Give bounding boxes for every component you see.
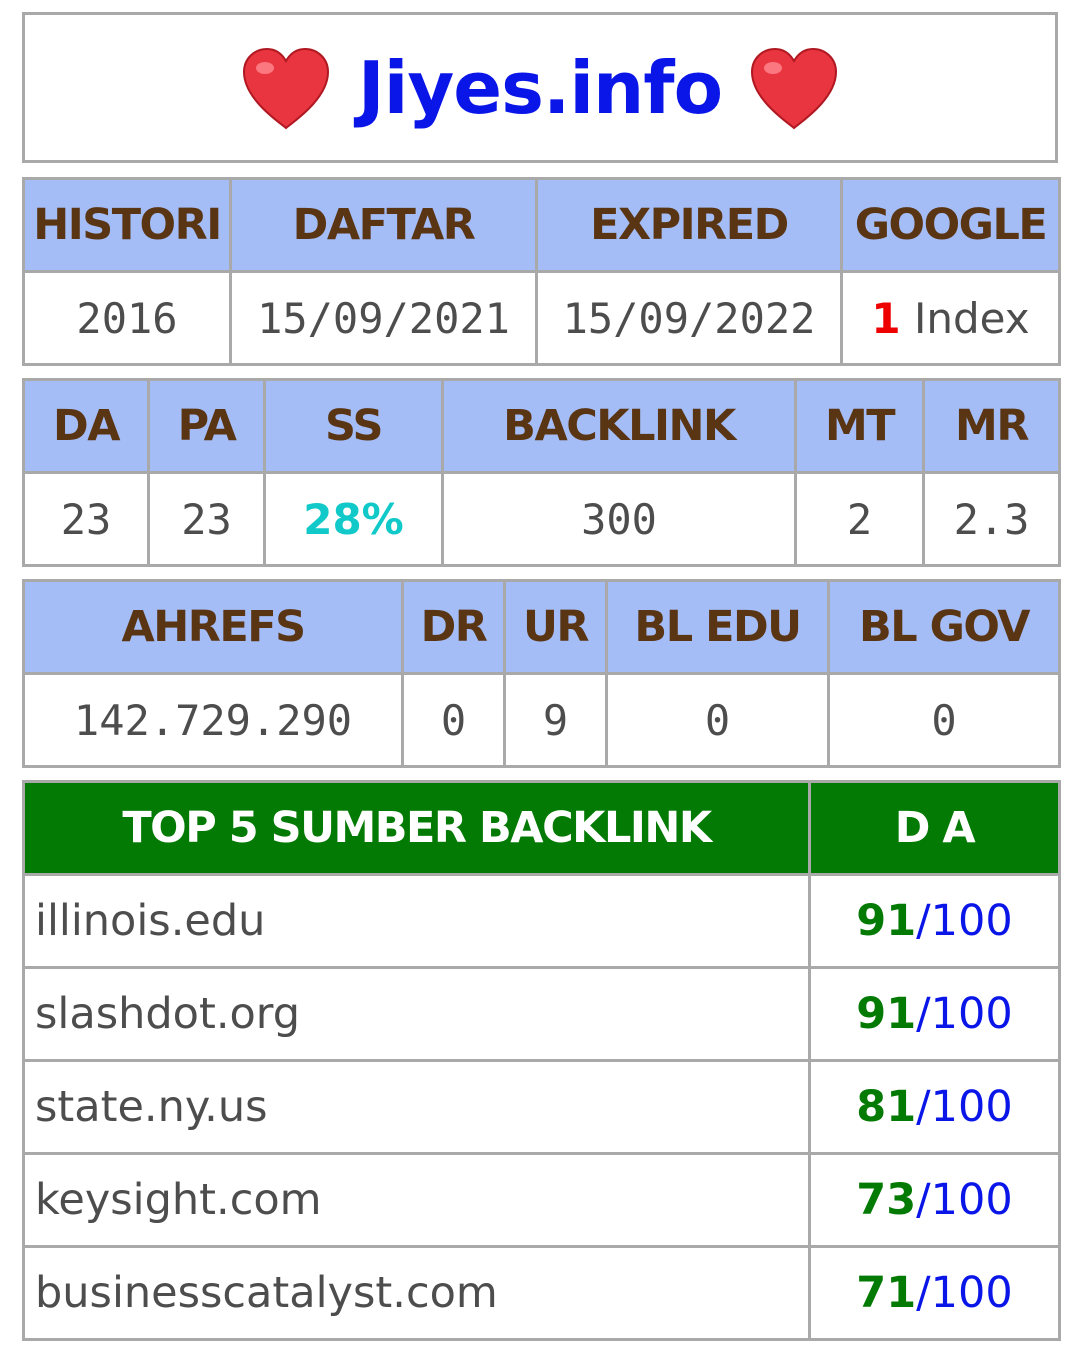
- ahrefs-value-row: 142.729.290 0 9 0 0: [22, 672, 1061, 768]
- ahrefs-table-container: AHREFS DR UR BL EDU BL GOV 142.729.290 0…: [22, 579, 1061, 768]
- value-expired: 15/09/2022: [535, 270, 843, 366]
- history-table: HISTORI DAFTAR EXPIRED GOOGLE 2016 15/09…: [22, 177, 1061, 366]
- top-backlinks-table: TOP 5 SUMBER BACKLINK D A illinois.edu 9…: [22, 780, 1061, 1341]
- backlink-da: 91/100: [808, 873, 1061, 969]
- history-table-container: HISTORI DAFTAR EXPIRED GOOGLE 2016 15/09…: [22, 177, 1061, 366]
- da-max: 100: [930, 1268, 1013, 1318]
- table-row: state.ny.us 81/100: [22, 1059, 1061, 1155]
- da-score: 91: [856, 989, 917, 1039]
- header-ss: SS: [263, 378, 444, 474]
- da-score: 81: [856, 1082, 917, 1132]
- heart-icon: [751, 47, 838, 129]
- da-score: 73: [856, 1175, 917, 1225]
- header-expired: EXPIRED: [535, 177, 843, 273]
- moz-table-container: DA PA SS BACKLINK MT MR 23 23 28% 300 2 …: [22, 378, 1061, 567]
- moz-metrics-table: DA PA SS BACKLINK MT MR 23 23 28% 300 2 …: [22, 378, 1061, 567]
- header-top5-da: D A: [808, 780, 1061, 876]
- header-pa: PA: [147, 378, 266, 474]
- ahrefs-header-row: AHREFS DR UR BL EDU BL GOV: [22, 579, 1061, 675]
- header-da: DA: [22, 378, 150, 474]
- value-mr: 2.3: [922, 471, 1061, 567]
- table-row: slashdot.org 91/100: [22, 966, 1061, 1062]
- google-index-count: 1: [871, 293, 901, 343]
- value-da: 23: [22, 471, 150, 567]
- da-separator: /: [916, 989, 931, 1039]
- ahrefs-table: AHREFS DR UR BL EDU BL GOV 142.729.290 0…: [22, 579, 1061, 768]
- header-bl-edu: BL EDU: [605, 579, 830, 675]
- header-daftar: DAFTAR: [229, 177, 538, 273]
- table-row: illinois.edu 91/100: [22, 873, 1061, 969]
- header-ahrefs: AHREFS: [22, 579, 404, 675]
- da-separator: /: [916, 1268, 931, 1318]
- header-top5-source: TOP 5 SUMBER BACKLINK: [22, 780, 811, 876]
- da-max: 100: [930, 896, 1013, 946]
- top-backlinks-header-row: TOP 5 SUMBER BACKLINK D A: [22, 780, 1061, 876]
- value-bl-edu: 0: [605, 672, 830, 768]
- value-pa: 23: [147, 471, 266, 567]
- table-row: keysight.com 73/100: [22, 1152, 1061, 1248]
- backlink-site: state.ny.us: [22, 1059, 811, 1155]
- da-score: 91: [856, 896, 917, 946]
- google-index-label: Index: [913, 293, 1030, 343]
- header-google: GOOGLE: [840, 177, 1061, 273]
- backlink-da: 71/100: [808, 1245, 1061, 1341]
- header-ur: UR: [503, 579, 608, 675]
- value-bl-gov: 0: [827, 672, 1061, 768]
- da-max: 100: [930, 989, 1013, 1039]
- value-google: 1 Index: [840, 270, 1061, 366]
- value-ahrefs: 142.729.290: [22, 672, 404, 768]
- history-header-row: HISTORI DAFTAR EXPIRED GOOGLE: [22, 177, 1061, 273]
- header-dr: DR: [401, 579, 506, 675]
- value-mt: 2: [794, 471, 925, 567]
- table-row: businesscatalyst.com 71/100: [22, 1245, 1061, 1341]
- header-mr: MR: [922, 378, 1061, 474]
- moz-header-row: DA PA SS BACKLINK MT MR: [22, 378, 1061, 474]
- da-score: 71: [856, 1268, 917, 1318]
- value-daftar: 15/09/2021: [229, 270, 538, 366]
- backlink-site: keysight.com: [22, 1152, 811, 1248]
- backlink-site: slashdot.org: [22, 966, 811, 1062]
- header-backlink: BACKLINK: [441, 378, 797, 474]
- value-backlink: 300: [441, 471, 797, 567]
- da-separator: /: [916, 896, 931, 946]
- value-dr: 0: [401, 672, 506, 768]
- top-backlinks-container: TOP 5 SUMBER BACKLINK D A illinois.edu 9…: [22, 780, 1061, 1341]
- backlink-da: 73/100: [808, 1152, 1061, 1248]
- header-histori: HISTORI: [22, 177, 232, 273]
- history-value-row: 2016 15/09/2021 15/09/2022 1 Index: [22, 270, 1061, 366]
- da-separator: /: [916, 1175, 931, 1225]
- backlink-da: 91/100: [808, 966, 1061, 1062]
- value-ur: 9: [503, 672, 608, 768]
- backlink-site: businesscatalyst.com: [22, 1245, 811, 1341]
- backlink-site: illinois.edu: [22, 873, 811, 969]
- backlink-da: 81/100: [808, 1059, 1061, 1155]
- heart-icon: [242, 47, 329, 129]
- da-separator: /: [916, 1082, 931, 1132]
- header-mt: MT: [794, 378, 925, 474]
- da-max: 100: [930, 1082, 1013, 1132]
- value-ss: 28%: [263, 471, 444, 567]
- site-name: Jiyes.info: [357, 45, 723, 130]
- da-max: 100: [930, 1175, 1013, 1225]
- site-title-banner: Jiyes.info: [22, 12, 1058, 163]
- moz-value-row: 23 23 28% 300 2 2.3: [22, 471, 1061, 567]
- value-histori: 2016: [22, 270, 232, 366]
- header-bl-gov: BL GOV: [827, 579, 1061, 675]
